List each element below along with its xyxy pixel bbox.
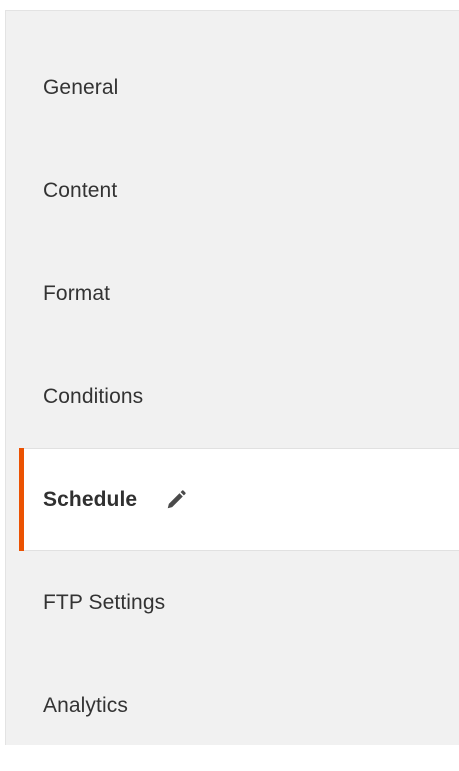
sidebar-panel: General Content Format Conditions Schedu… — [5, 10, 459, 745]
sidebar-item-ftp-settings[interactable]: FTP Settings — [6, 551, 459, 654]
sidebar-item-label: Content — [43, 178, 118, 202]
pencil-icon — [165, 489, 187, 511]
sidebar-item-schedule[interactable]: Schedule — [19, 448, 459, 551]
sidebar-item-label: General — [43, 75, 119, 99]
sidebar-item-format[interactable]: Format — [6, 242, 459, 345]
sidebar-item-label: Schedule — [43, 487, 138, 511]
sidebar-nav: General Content Format Conditions Schedu… — [6, 36, 459, 757]
sidebar-item-analytics[interactable]: Analytics — [6, 654, 459, 757]
sidebar-item-label: FTP Settings — [43, 590, 166, 614]
sidebar-item-conditions[interactable]: Conditions — [6, 345, 459, 448]
settings-sidebar: General Content Format Conditions Schedu… — [0, 0, 459, 771]
sidebar-item-label: Analytics — [43, 693, 128, 717]
sidebar-item-label: Conditions — [43, 384, 144, 408]
sidebar-item-label: Format — [43, 281, 111, 305]
sidebar-item-general[interactable]: General — [6, 36, 459, 139]
sidebar-item-content[interactable]: Content — [6, 139, 459, 242]
